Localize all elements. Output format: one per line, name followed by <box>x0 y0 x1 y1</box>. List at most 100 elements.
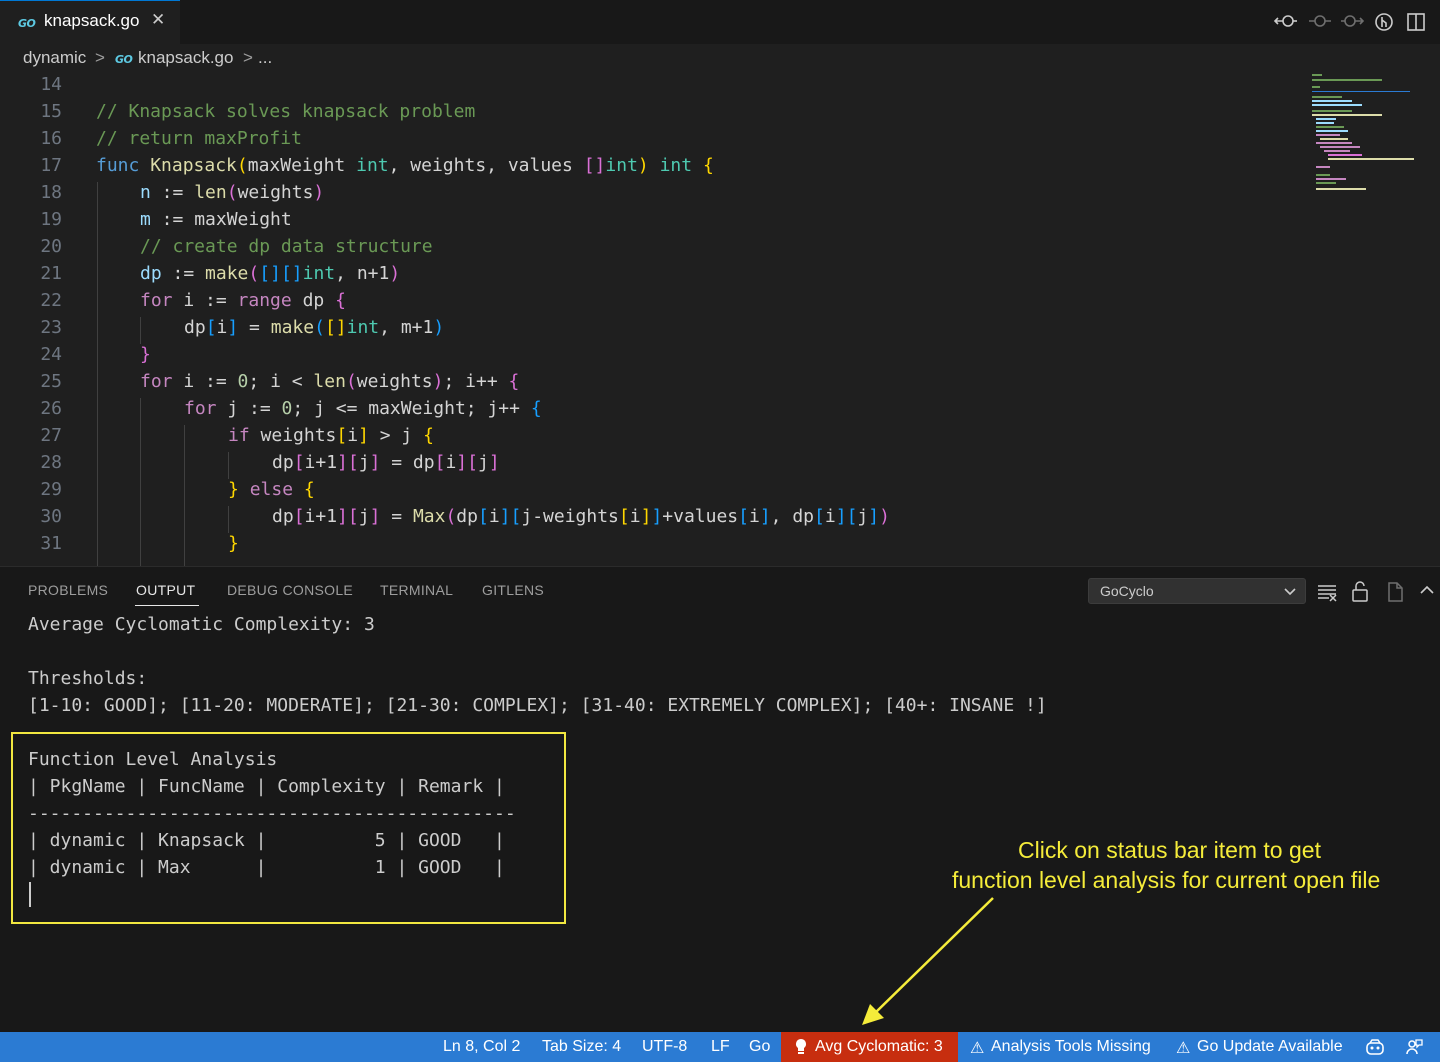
code-line[interactable]: 24} <box>0 341 1300 368</box>
code-text: for j := 0; j <= maxWeight; j++ { <box>184 398 542 419</box>
output-channel-value: GoCyclo <box>1100 583 1154 599</box>
editor-tab-bar: GO knapsack.go ✕ <box>0 0 1440 44</box>
breadcrumb-separator: > <box>95 48 105 67</box>
line-number: 24 <box>40 344 62 365</box>
close-icon[interactable]: ✕ <box>151 10 165 30</box>
code-text: if weights[i] > j { <box>228 425 434 446</box>
code-line[interactable]: 30 dp[i+1][j] = Max(dp[i][j-weights[i]]+v… <box>0 503 1300 530</box>
indent-guide <box>97 182 98 566</box>
breadcrumb-folder[interactable]: dynamic <box>23 48 86 68</box>
annotation-line-1: Click on status bar item to get <box>1018 837 1321 863</box>
warning-icon: ⚠ <box>970 1040 985 1057</box>
status-cursor-position[interactable]: Ln 8, Col 2 <box>443 1038 520 1056</box>
output-channel-select[interactable]: GoCyclo <box>1088 578 1306 604</box>
breadcrumb-file[interactable]: knapsack.go <box>138 48 233 68</box>
code-text: // create dp data structure <box>140 236 433 257</box>
indent-guide <box>228 452 229 479</box>
code-line[interactable]: 27 if weights[i] > j { <box>0 422 1300 449</box>
status-avg-cyclomatic[interactable]: Avg Cyclomatic: 3 <box>781 1032 958 1062</box>
status-eol[interactable]: LF <box>711 1038 730 1056</box>
tab-problems[interactable]: PROBLEMS <box>28 582 108 598</box>
tab-title: knapsack.go <box>44 11 140 30</box>
code-line[interactable]: 25 for i := 0; i < len(weights); i++ { <box>0 368 1300 395</box>
clear-output-icon[interactable] <box>1315 577 1339 605</box>
annotation-line-2: function level analysis for current open… <box>952 867 1381 893</box>
code-line[interactable]: 16 // return maxProfit <box>0 125 1300 152</box>
line-number: 19 <box>40 209 62 230</box>
status-tab-size[interactable]: Tab Size: 4 <box>542 1038 621 1056</box>
minimap[interactable] <box>1310 74 1414 204</box>
code-text: } <box>140 344 151 365</box>
line-number: 21 <box>40 263 62 284</box>
go-file-icon: GO <box>115 53 133 66</box>
tab-knapsack-go[interactable]: GO knapsack.go ✕ <box>0 0 180 44</box>
status-go-update[interactable]: Go Update Available <box>1197 1038 1343 1056</box>
code-line[interactable]: 29} else { <box>0 476 1300 503</box>
indent-guide <box>140 398 141 566</box>
code-line[interactable]: 21 dp := make([][]int, n+1) <box>0 260 1300 287</box>
code-text: n := len(weights) <box>140 182 325 203</box>
status-language[interactable]: Go <box>749 1038 770 1056</box>
line-number: 25 <box>40 371 62 392</box>
lightbulb-icon <box>795 1038 807 1061</box>
code-line[interactable]: 22 for i := range dp { <box>0 287 1300 314</box>
code-line[interactable]: 31} <box>0 530 1300 557</box>
code-line[interactable]: 14 <box>0 74 1300 98</box>
tab-debug-console[interactable]: DEBUG CONSOLE <box>227 582 353 598</box>
output-avg-complexity: Average Cyclomatic Complexity: 3 <box>28 614 375 635</box>
chevron-up-icon[interactable] <box>1415 577 1439 605</box>
code-text: dp[i] = make([]int, m+1) <box>184 317 445 338</box>
code-line[interactable]: 26 for j := 0; j <= maxWeight; j++ { <box>0 395 1300 422</box>
go-forward-changes-icon[interactable] <box>1338 8 1366 36</box>
status-encoding[interactable]: UTF-8 <box>642 1038 687 1056</box>
editor-actions <box>1272 8 1432 36</box>
code-line[interactable]: 20 // create dp data structure <box>0 233 1300 260</box>
code-text: m := maxWeight <box>140 209 292 230</box>
copilot-icon[interactable] <box>1365 1037 1385 1062</box>
code-text: func Knapsack(maxWeight int, weights, va… <box>96 155 714 176</box>
line-number: 22 <box>40 290 62 311</box>
code-line[interactable]: 19 m := maxWeight <box>0 206 1300 233</box>
code-line[interactable]: 23 dp[i] = make([]int, m+1) <box>0 314 1300 341</box>
open-in-editor-icon[interactable] <box>1383 577 1407 605</box>
line-number: 16 <box>40 128 62 149</box>
commit-icon[interactable] <box>1306 8 1334 36</box>
split-editor-icon[interactable] <box>1402 8 1430 36</box>
code-line[interactable]: 15 // Knapsack solves knapsack problem <box>0 98 1300 125</box>
go-file-icon: GO <box>18 17 36 30</box>
output-thresholds-title: Thresholds: <box>28 668 148 689</box>
code-editor[interactable]: 14 15// Knapsack solves knapsack problem 1… <box>0 74 1440 566</box>
status-avg-cyclomatic-label: Avg Cyclomatic: 3 <box>815 1038 943 1055</box>
breadcrumb: dynamic > GO knapsack.go > ... <box>0 44 1440 74</box>
code-text: } else { <box>228 479 315 500</box>
output-thresholds: [1-10: GOOD]; [11-20: MODERATE]; [21-30:… <box>28 695 1047 716</box>
tab-output[interactable]: OUTPUT <box>136 582 195 598</box>
code-text: // return maxProfit <box>96 128 302 149</box>
indent-guide <box>140 317 141 344</box>
code-text: } <box>228 533 239 554</box>
code-line[interactable]: 17 func Knapsack(maxWeight int, weights, … <box>0 152 1300 179</box>
breadcrumb-symbol[interactable]: ... <box>258 48 272 68</box>
code-line[interactable]: 28 dp[i+1][j] = dp[i][j] <box>0 449 1300 476</box>
indent-guide <box>184 425 185 566</box>
line-number: 14 <box>40 74 62 95</box>
line-number: 27 <box>40 425 62 446</box>
line-number: 31 <box>40 533 62 554</box>
feedback-icon[interactable] <box>1404 1037 1424 1062</box>
breadcrumb-separator: > <box>243 48 253 67</box>
go-back-changes-icon[interactable] <box>1272 8 1300 36</box>
gitlens-compare-icon[interactable] <box>1370 8 1398 36</box>
line-number: 26 <box>40 398 62 419</box>
line-number: 15 <box>40 101 62 122</box>
line-number: 30 <box>40 506 62 527</box>
chevron-down-icon <box>1283 585 1297 604</box>
code-text: for i := range dp { <box>140 290 346 311</box>
code-text: dp[i+1][j] = dp[i][j] <box>272 452 500 473</box>
status-analysis-tools-missing[interactable]: Analysis Tools Missing <box>991 1038 1151 1056</box>
tab-terminal[interactable]: TERMINAL <box>380 582 453 598</box>
line-number: 23 <box>40 317 62 338</box>
code-line[interactable]: 18 n := len(weights) <box>0 179 1300 206</box>
tab-gitlens[interactable]: GITLENS <box>482 582 544 598</box>
output-panel: PROBLEMS OUTPUT DEBUG CONSOLE TERMINAL G… <box>0 566 1440 1032</box>
lock-scroll-icon[interactable] <box>1348 577 1372 605</box>
